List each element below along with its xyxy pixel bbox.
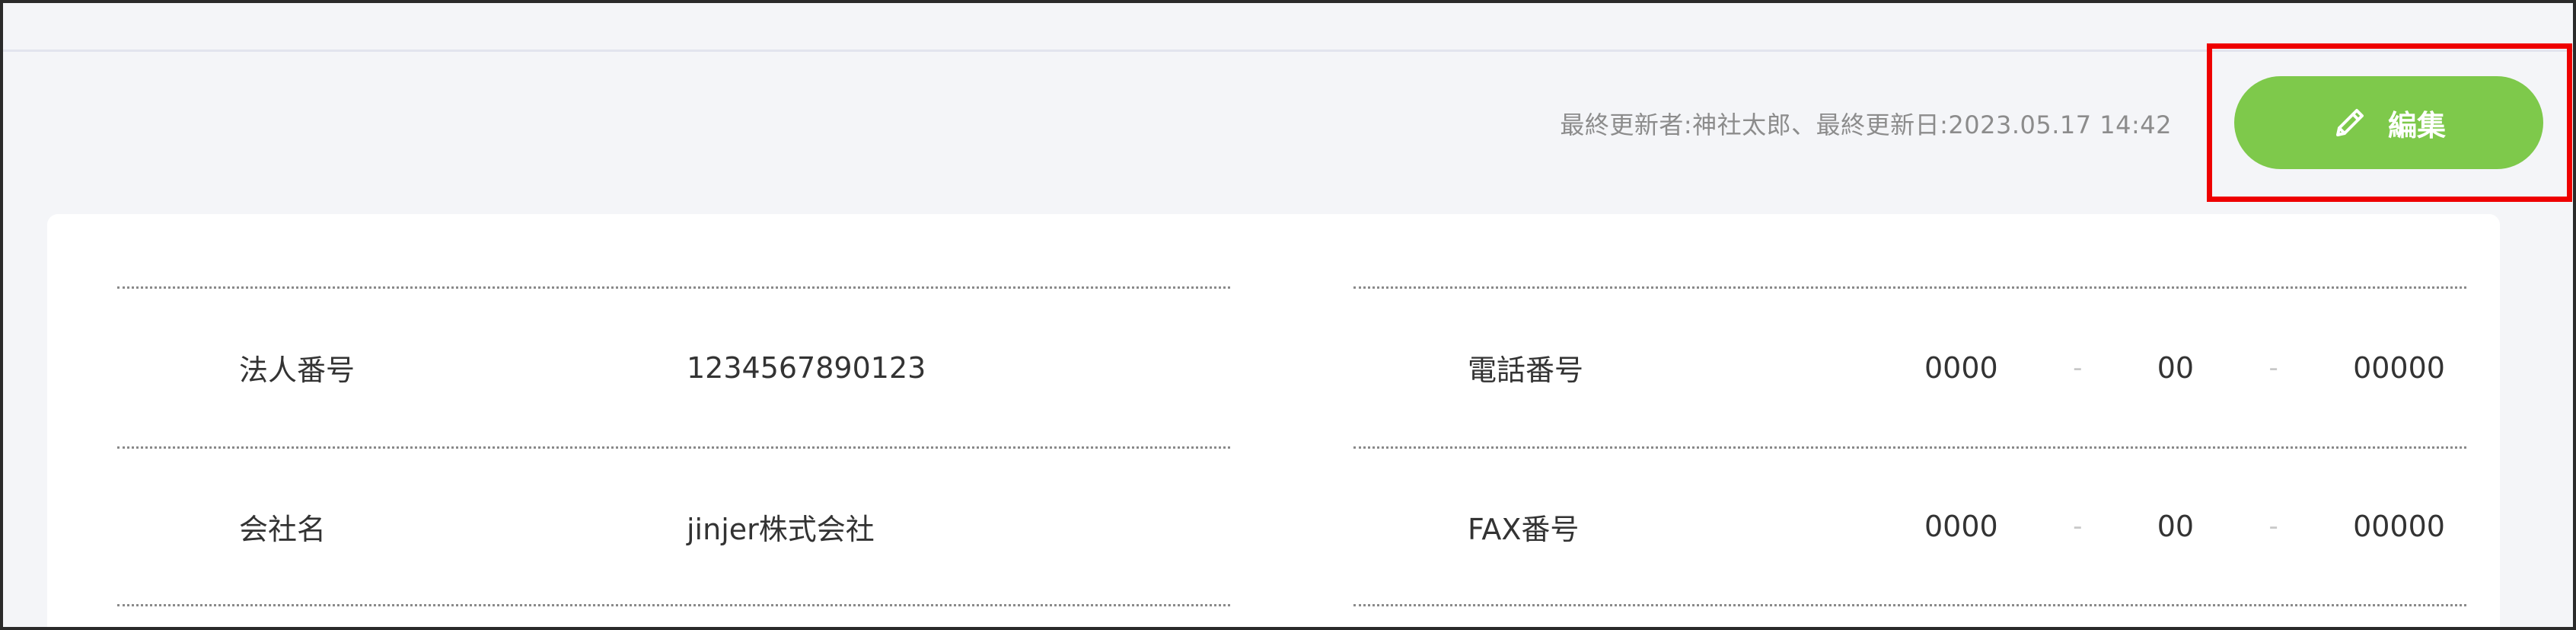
- corporate-number-value: 1234567890123: [687, 350, 926, 385]
- company-info-card: 法人番号 1234567890123 会社名 jinjer株式会社 電話番号 0…: [47, 214, 2500, 627]
- fax-part-2: 00: [2157, 510, 2195, 543]
- field-row-corporate-number: 法人番号 1234567890123: [117, 286, 1230, 446]
- corporate-number-label: 法人番号: [239, 353, 355, 387]
- fax-part-3: 00000: [2353, 510, 2445, 543]
- phone-value: 0000 - 00 - 00000: [1924, 289, 2445, 446]
- phone-part-3: 00000: [2353, 350, 2445, 385]
- phone-part-1: 0000: [1924, 350, 1998, 385]
- left-field-column: 法人番号 1234567890123 会社名 jinjer株式会社: [117, 286, 1230, 606]
- company-name-label: 会社名: [239, 512, 327, 546]
- fax-part-1: 0000: [1924, 510, 1998, 543]
- pencil-icon: [2332, 104, 2368, 141]
- phone-part-2: 00: [2157, 350, 2195, 385]
- company-name-value: jinjer株式会社: [687, 512, 875, 546]
- phone-separator: -: [2073, 352, 2083, 383]
- fax-value: 0000 - 00 - 00000: [1924, 449, 2445, 604]
- edit-button[interactable]: 編集: [2234, 76, 2543, 169]
- fax-label: FAX番号: [1468, 512, 1580, 546]
- top-band: [3, 3, 2573, 52]
- last-updated-text: 最終更新者:神社太郎、最終更新日:2023.05.17 14:42: [1560, 110, 2172, 139]
- field-row-fax: FAX番号 0000 - 00 - 00000: [1353, 446, 2466, 606]
- fax-separator: -: [2073, 511, 2083, 542]
- field-row-company-name: 会社名 jinjer株式会社: [117, 446, 1230, 606]
- field-row-phone: 電話番号 0000 - 00 - 00000: [1353, 286, 2466, 446]
- edit-button-label: 編集: [2387, 108, 2446, 142]
- fax-separator: -: [2268, 511, 2278, 542]
- phone-separator: -: [2268, 352, 2278, 383]
- screenshot-frame: 最終更新者:神社太郎、最終更新日:2023.05.17 14:42 編集 法人番…: [0, 0, 2576, 630]
- phone-label: 電話番号: [1468, 353, 1584, 387]
- right-field-column: 電話番号 0000 - 00 - 00000 FAX番号 0000 - 00 -…: [1353, 286, 2466, 606]
